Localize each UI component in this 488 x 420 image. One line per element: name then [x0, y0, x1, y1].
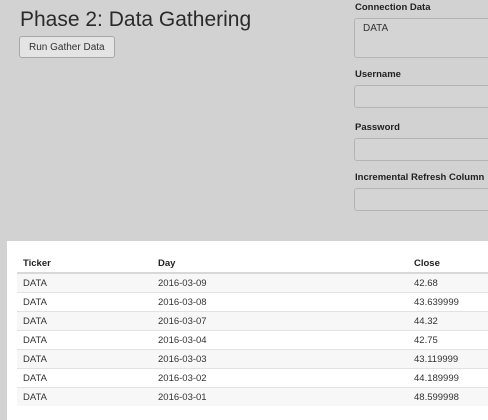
table-row: DATA 2016-03-02 44.189999: [17, 368, 488, 388]
ticker-cell: DATA: [17, 311, 152, 331]
close-cell: 42.68: [408, 272, 488, 293]
connection-data-label: Connection Data: [355, 2, 431, 13]
results-table: Ticker Day Close DATA 2016-03-09 42.68 D…: [17, 254, 488, 406]
ticker-cell: DATA: [17, 387, 152, 406]
incremental-refresh-column-label: Incremental Refresh Column: [355, 172, 485, 183]
close-cell: 43.119999: [408, 349, 488, 369]
ticker-cell: DATA: [17, 368, 152, 388]
column-header-close[interactable]: Close: [408, 254, 488, 274]
table-row: DATA 2016-03-07 44.32: [17, 311, 488, 331]
day-cell: 2016-03-02: [152, 368, 408, 388]
password-label: Password: [355, 122, 400, 133]
column-header-ticker[interactable]: Ticker: [17, 254, 152, 274]
table-row: DATA 2016-03-08 43.639999: [17, 292, 488, 312]
day-cell: 2016-03-01: [152, 387, 408, 406]
connection-data-field[interactable]: DATA: [354, 18, 488, 58]
close-cell: 44.189999: [408, 368, 488, 388]
day-cell: 2016-03-04: [152, 330, 408, 350]
table-row: DATA 2016-03-09 42.68: [17, 272, 488, 293]
ticker-cell: DATA: [17, 349, 152, 369]
close-cell: 44.32: [408, 311, 488, 331]
ticker-cell: DATA: [17, 272, 152, 293]
table-row: DATA 2016-03-03 43.119999: [17, 349, 488, 369]
day-cell: 2016-03-08: [152, 292, 408, 312]
day-cell: 2016-03-09: [152, 272, 408, 293]
table-row: DATA 2016-03-01 48.599998: [17, 387, 488, 406]
close-cell: 43.639999: [408, 292, 488, 312]
page-title: Phase 2: Data Gathering: [20, 8, 252, 31]
close-cell: 42.75: [408, 330, 488, 350]
password-field[interactable]: [354, 138, 488, 161]
username-field[interactable]: [354, 85, 488, 108]
ticker-cell: DATA: [17, 330, 152, 350]
run-gather-data-button[interactable]: Run Gather Data: [19, 36, 115, 58]
username-label: Username: [355, 69, 401, 80]
table-header-row: Ticker Day Close: [17, 254, 488, 274]
incremental-refresh-column-field[interactable]: [354, 188, 488, 211]
close-cell: 48.599998: [408, 387, 488, 406]
ticker-cell: DATA: [17, 292, 152, 312]
day-cell: 2016-03-03: [152, 349, 408, 369]
results-table-panel: Ticker Day Close DATA 2016-03-09 42.68 D…: [7, 241, 488, 420]
day-cell: 2016-03-07: [152, 311, 408, 331]
column-header-day[interactable]: Day: [152, 254, 408, 274]
table-row: DATA 2016-03-04 42.75: [17, 330, 488, 350]
